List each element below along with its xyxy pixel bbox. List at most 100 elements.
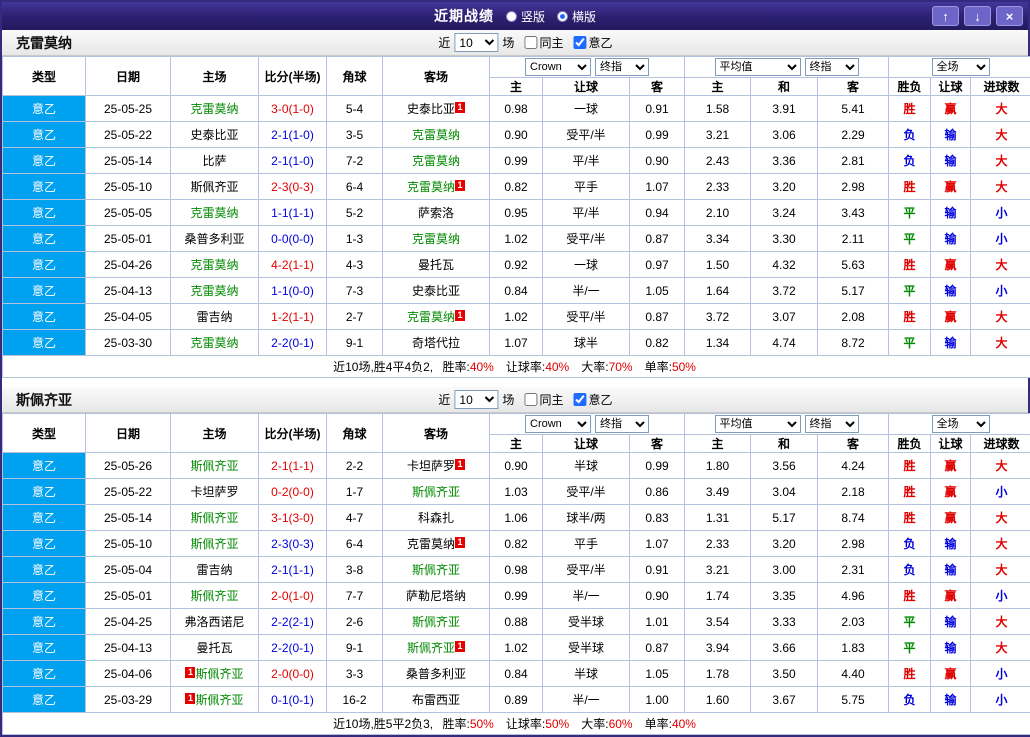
asian-odds-type-select[interactable]: 终指	[595, 58, 649, 76]
league-filter-checkbox[interactable]	[573, 393, 586, 406]
asian-home-odds-cell: 0.99	[490, 148, 543, 174]
home-team-name[interactable]: 斯佩齐亚	[190, 180, 238, 194]
away-team-name[interactable]: 克雷莫纳	[407, 537, 455, 551]
away-team-name[interactable]: 萨勒尼塔纳	[406, 589, 466, 603]
away-team-name[interactable]: 萨索洛	[418, 206, 454, 220]
layout-horizontal-radio[interactable]: 横版	[557, 8, 596, 25]
score-cell[interactable]: 2-2(0-1)	[259, 330, 327, 356]
home-team-name[interactable]: 克雷莫纳	[190, 284, 238, 298]
away-team-name[interactable]: 斯佩齐亚	[407, 641, 455, 655]
away-team-name[interactable]: 克雷莫纳	[412, 128, 460, 142]
euro-odds-type-select[interactable]: 终指	[805, 415, 859, 433]
away-team-name[interactable]: 科森扎	[418, 511, 454, 525]
asian-handicap-cell: 平手	[543, 174, 630, 200]
match-scope-select[interactable]: 全场	[932, 415, 990, 433]
away-team-name[interactable]: 桑普多利亚	[406, 667, 466, 681]
score-cell[interactable]: 2-2(2-1)	[259, 609, 327, 635]
layout-vertical-label: 竖版	[521, 8, 545, 25]
games-count-select[interactable]: 10	[454, 33, 498, 52]
away-team-name[interactable]: 克雷莫纳	[412, 154, 460, 168]
score-cell[interactable]: 1-1(1-1)	[259, 200, 327, 226]
home-team-name[interactable]: 桑普多利亚	[184, 232, 244, 246]
score-cell[interactable]: 2-0(0-0)	[259, 661, 327, 687]
radio-unselected-icon[interactable]	[506, 11, 517, 22]
home-team-name[interactable]: 斯佩齐亚	[190, 537, 238, 551]
away-team-name[interactable]: 奇塔代拉	[412, 336, 460, 350]
home-team-name[interactable]: 史泰比亚	[190, 128, 238, 142]
away-team-name[interactable]: 克雷莫纳	[407, 180, 455, 194]
home-team-name[interactable]: 斯佩齐亚	[190, 511, 238, 525]
close-button[interactable]: ×	[996, 6, 1023, 26]
result-handicap-cell: 输	[931, 557, 971, 583]
same-home-checkbox[interactable]	[524, 393, 537, 406]
down-button[interactable]: ↓	[964, 6, 991, 26]
score-cell[interactable]: 2-3(0-3)	[259, 531, 327, 557]
euro-source-select[interactable]: 平均值	[715, 58, 801, 76]
bookmaker-select[interactable]: Crown	[525, 58, 591, 76]
home-team-name[interactable]: 斯佩齐亚	[195, 667, 243, 681]
games-count-select[interactable]: 10	[454, 390, 498, 409]
same-home-option[interactable]: 同主	[518, 391, 563, 408]
result-handicap-cell: 赢	[931, 174, 971, 200]
home-team-name[interactable]: 斯佩齐亚	[190, 459, 238, 473]
score-cell[interactable]: 3-1(3-0)	[259, 505, 327, 531]
away-team-name[interactable]: 斯佩齐亚	[412, 485, 460, 499]
red-card-badge: 1	[455, 310, 465, 321]
score-cell[interactable]: 2-1(1-1)	[259, 453, 327, 479]
home-team-name[interactable]: 雷吉纳	[196, 310, 232, 324]
score-cell[interactable]: 3-0(1-0)	[259, 96, 327, 122]
result-handicap-cell: 输	[931, 226, 971, 252]
same-home-option[interactable]: 同主	[518, 34, 563, 51]
layout-vertical-radio[interactable]: 竖版	[506, 8, 545, 25]
home-team-name[interactable]: 弗洛西诺尼	[184, 615, 244, 629]
away-team-name[interactable]: 史泰比亚	[412, 284, 460, 298]
radio-selected-icon[interactable]	[557, 11, 568, 22]
away-team-name[interactable]: 史泰比亚	[407, 102, 455, 116]
asian-away-odds-cell: 0.99	[630, 453, 685, 479]
score-cell[interactable]: 2-0(1-0)	[259, 583, 327, 609]
home-team-name[interactable]: 曼托瓦	[196, 641, 232, 655]
home-team-name[interactable]: 斯佩齐亚	[195, 693, 243, 707]
away-team-name[interactable]: 曼托瓦	[418, 258, 454, 272]
score-cell[interactable]: 2-1(1-1)	[259, 557, 327, 583]
league-filter-checkbox[interactable]	[573, 36, 586, 49]
bookmaker-select[interactable]: Crown	[525, 415, 591, 433]
away-team-name[interactable]: 斯佩齐亚	[412, 615, 460, 629]
asian-odds-type-select[interactable]: 终指	[595, 415, 649, 433]
euro-source-select[interactable]: 平均值	[715, 415, 801, 433]
home-team-cell: 桑普多利亚	[171, 226, 259, 252]
home-team-name[interactable]: 克雷莫纳	[190, 102, 238, 116]
score-cell[interactable]: 4-2(1-1)	[259, 252, 327, 278]
up-button[interactable]: ↑	[932, 6, 959, 26]
score-cell[interactable]: 2-1(1-0)	[259, 122, 327, 148]
score-cell[interactable]: 0-0(0-0)	[259, 226, 327, 252]
match-scope-select[interactable]: 全场	[932, 58, 990, 76]
league-cell: 意乙	[3, 96, 86, 122]
league-filter-option[interactable]: 意乙	[567, 391, 612, 408]
score-cell[interactable]: 1-2(1-1)	[259, 304, 327, 330]
score-cell[interactable]: 2-2(0-1)	[259, 635, 327, 661]
score-cell[interactable]: 2-3(0-3)	[259, 174, 327, 200]
home-team-name[interactable]: 卡坦萨罗	[190, 485, 238, 499]
home-team-name[interactable]: 雷吉纳	[196, 563, 232, 577]
home-team-name[interactable]: 斯佩齐亚	[190, 589, 238, 603]
home-team-name[interactable]: 克雷莫纳	[190, 258, 238, 272]
away-team-name[interactable]: 布雷西亚	[412, 693, 460, 707]
score-cell[interactable]: 1-1(0-0)	[259, 278, 327, 304]
home-team-name[interactable]: 克雷莫纳	[190, 206, 238, 220]
euro-odds-type-select[interactable]: 终指	[805, 58, 859, 76]
score-cell[interactable]: 0-2(0-0)	[259, 479, 327, 505]
league-filter-option[interactable]: 意乙	[567, 34, 612, 51]
same-home-checkbox[interactable]	[524, 36, 537, 49]
home-team-name[interactable]: 比萨	[202, 154, 226, 168]
score-cell[interactable]: 0-1(0-1)	[259, 687, 327, 713]
euro-draw-odds-cell: 3.06	[751, 122, 818, 148]
score-cell[interactable]: 2-1(1-0)	[259, 148, 327, 174]
asian-handicap-cell: 半球	[543, 661, 630, 687]
away-team-name[interactable]: 卡坦萨罗	[407, 459, 455, 473]
away-team-name[interactable]: 斯佩齐亚	[412, 563, 460, 577]
euro-odds-group-header: 平均值 终指	[685, 57, 889, 78]
away-team-name[interactable]: 克雷莫纳	[412, 232, 460, 246]
away-team-name[interactable]: 克雷莫纳	[407, 310, 455, 324]
home-team-name[interactable]: 克雷莫纳	[190, 336, 238, 350]
